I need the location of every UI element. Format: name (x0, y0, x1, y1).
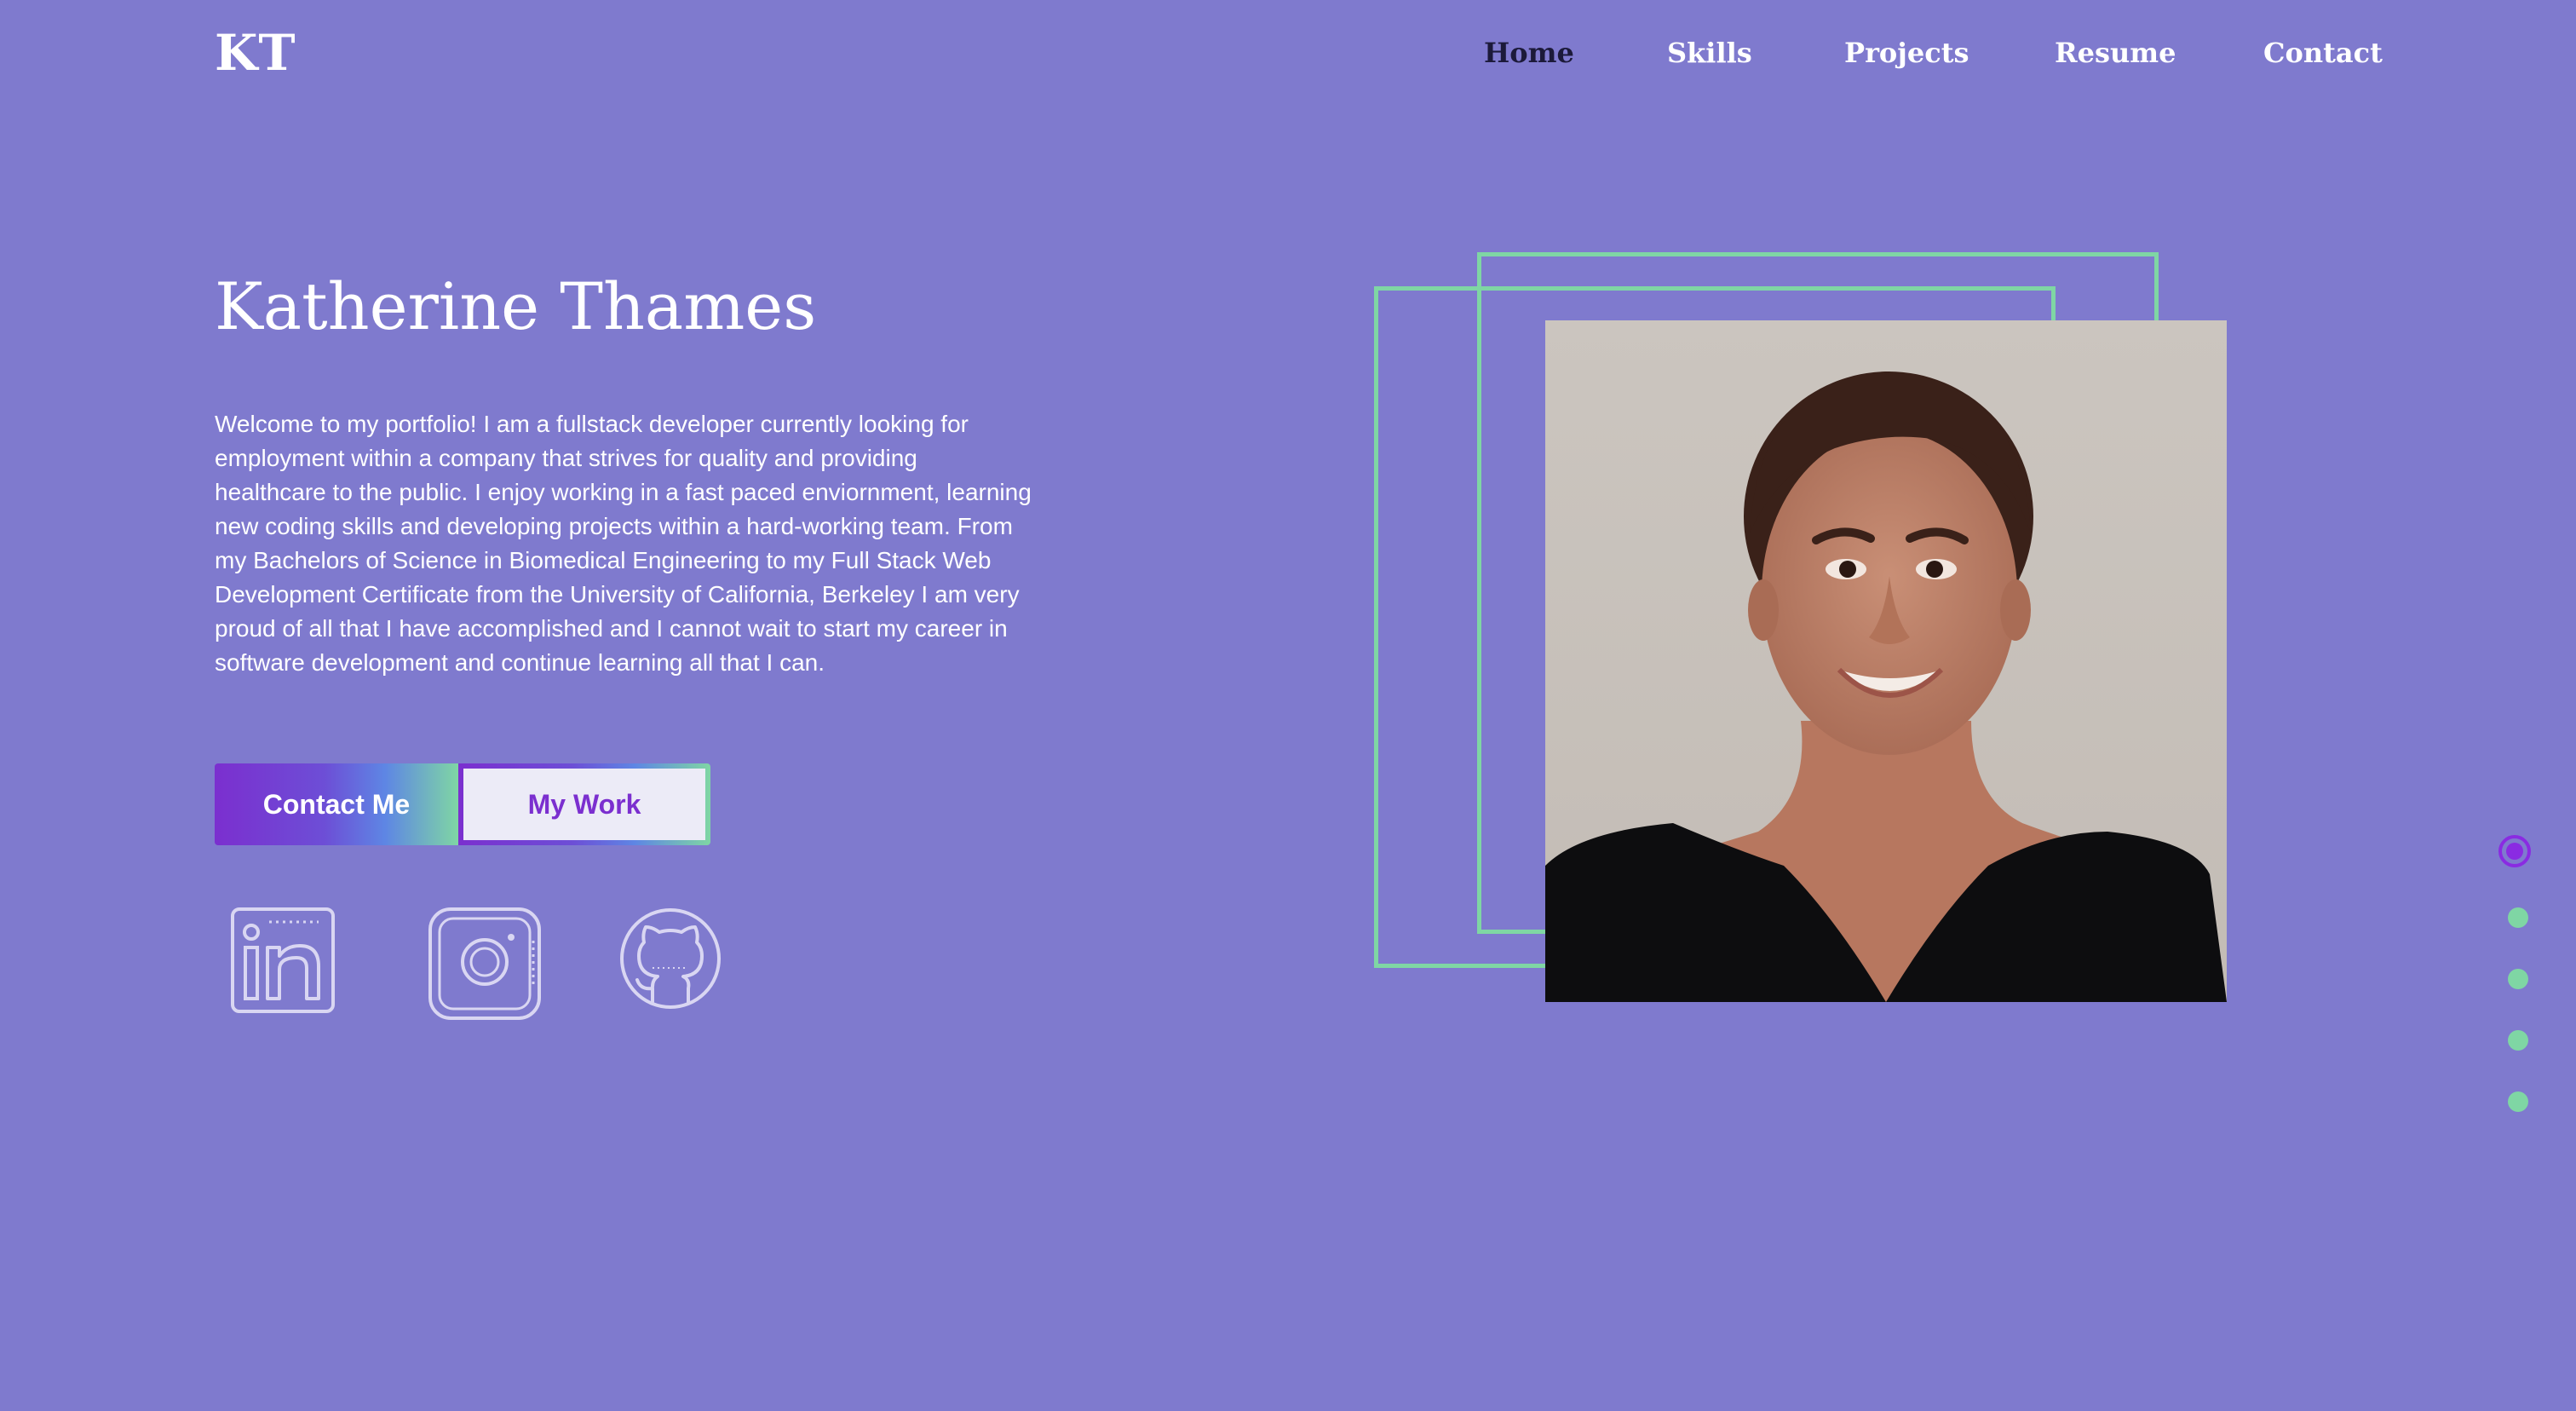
github-link[interactable] (618, 907, 722, 1011)
main-nav: Home Skills Projects Resume Contact (0, 29, 2576, 77)
section-dot-5[interactable] (2508, 1091, 2528, 1112)
section-dot-4[interactable] (2508, 1030, 2528, 1051)
contact-me-button[interactable]: Contact Me (215, 763, 458, 845)
nav-contact[interactable]: Contact (2263, 29, 2383, 77)
my-work-button[interactable]: My Work (458, 763, 710, 845)
nav-projects[interactable]: Projects (1844, 29, 1969, 77)
linkedin-icon (230, 907, 336, 1017)
hero-intro: Welcome to my portfolio! I am a fullstac… (215, 411, 1032, 676)
section-dot-3[interactable] (2508, 969, 2528, 989)
nav-skills[interactable]: Skills (1667, 29, 1752, 77)
section-nav-dots (2496, 835, 2539, 1125)
instagram-icon (428, 907, 542, 1021)
nav-resume[interactable]: Resume (2055, 29, 2176, 77)
section-dot-2[interactable] (2508, 907, 2528, 928)
nav-home[interactable]: Home (1484, 29, 1574, 77)
hero-name: Katherine Thames (215, 268, 817, 344)
github-icon (618, 907, 722, 1011)
profile-photo (1545, 320, 2227, 1002)
instagram-link[interactable] (428, 907, 542, 1021)
section-dot-1[interactable] (2498, 835, 2531, 867)
linkedin-link[interactable] (230, 907, 336, 1017)
